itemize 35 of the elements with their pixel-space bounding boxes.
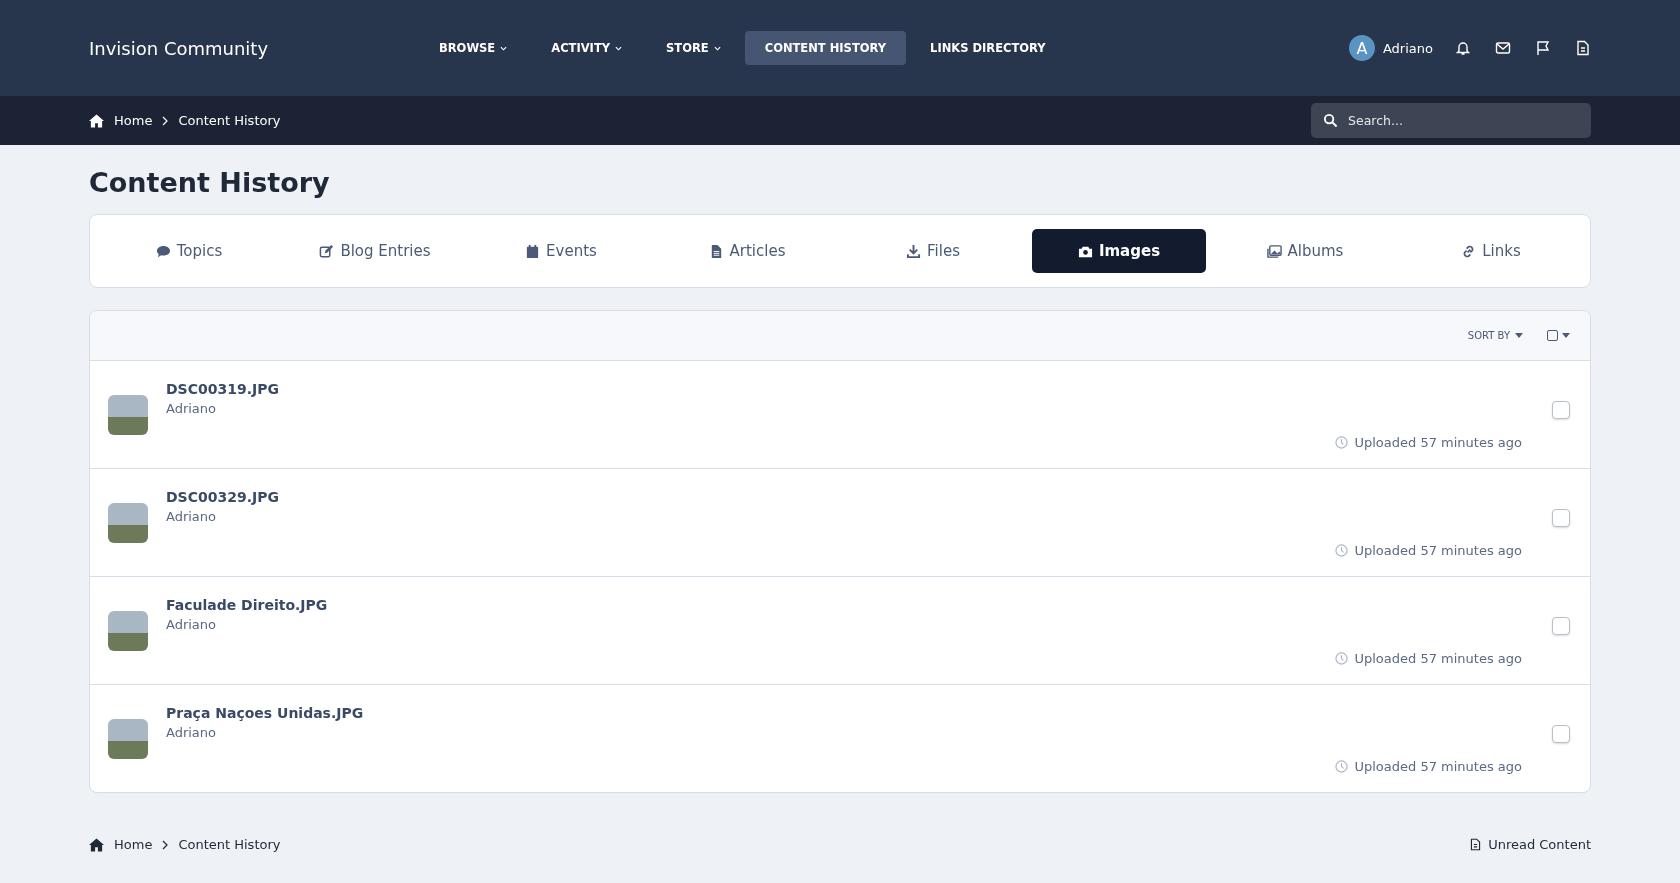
author-link[interactable]: Adriano [166, 401, 1336, 416]
author-link[interactable]: Adriano [166, 725, 1336, 740]
nav-link[interactable]: CONTENT HISTORY [744, 31, 907, 65]
site-title[interactable]: Invision Community [89, 37, 419, 59]
author-link[interactable]: Adriano [166, 509, 1336, 524]
tab[interactable]: Links [1404, 229, 1578, 273]
tab[interactable]: Files [846, 229, 1020, 273]
breadcrumb-link[interactable]: Home [114, 837, 153, 852]
breadcrumb-link[interactable]: Content History [178, 113, 281, 128]
image-title-link[interactable]: DSC00319.JPG [166, 381, 1336, 397]
upload-time: Uploaded 57 minutes ago [1354, 435, 1522, 450]
unread-content-link[interactable]: Unread Content [1469, 837, 1591, 852]
author-link[interactable]: Adriano [166, 617, 1336, 632]
tab[interactable]: Articles [660, 229, 834, 273]
breadcrumb-link[interactable]: Home [114, 113, 153, 128]
image-title-link[interactable]: DSC00329.JPG [166, 489, 1336, 505]
upload-time: Uploaded 57 minutes ago [1354, 543, 1522, 558]
search-field[interactable]: Search... [1311, 103, 1591, 138]
tab[interactable]: Albums [1218, 229, 1392, 273]
image-title-link[interactable]: Faculade Direito.JPG [166, 597, 1336, 613]
image-title-link[interactable]: Praça Naçoes Unidas.JPG [166, 705, 1336, 721]
upload-time: Uploaded 57 minutes ago [1354, 759, 1522, 774]
upload-time: Uploaded 57 minutes ago [1354, 651, 1522, 666]
nav-link[interactable]: STORE [646, 31, 741, 65]
tab[interactable]: Events [474, 229, 648, 273]
tab[interactable]: Blog Entries [288, 229, 462, 273]
sort-menu[interactable]: SORT BY [1467, 330, 1523, 341]
page-title: Content History [89, 167, 331, 198]
nav-link[interactable]: BROWSE [419, 31, 528, 65]
user-name[interactable]: Adriano [1382, 40, 1433, 56]
nav-link[interactable]: ACTIVITY [531, 31, 643, 65]
tab[interactable]: Topics [102, 229, 276, 273]
breadcrumb-link[interactable]: Content History [178, 837, 281, 852]
nav-link[interactable]: LINKS DIRECTORY [910, 31, 1066, 65]
tab[interactable]: Images [1032, 229, 1206, 273]
